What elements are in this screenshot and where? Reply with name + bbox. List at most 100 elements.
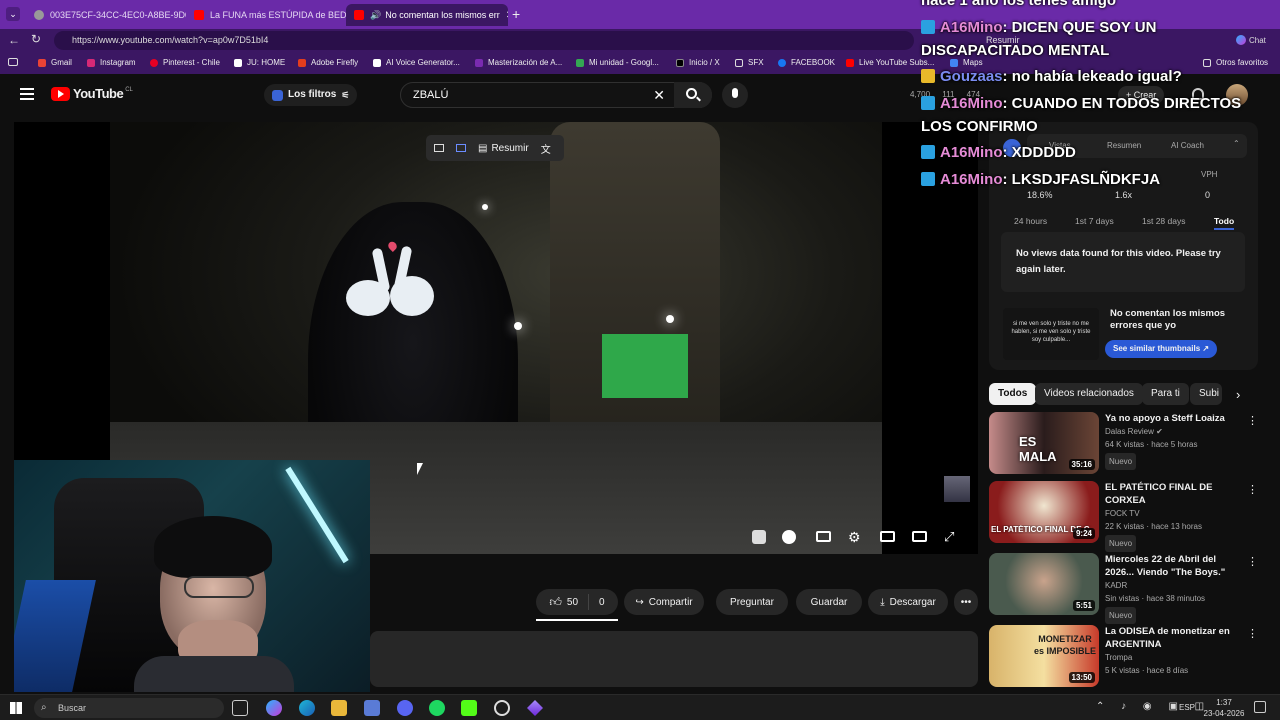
app-icon[interactable] [527,700,543,716]
fullscreen-icon[interactable]: ⤢ [944,529,954,545]
bookmark-ai-voice[interactable]: AI Voice Generator... [373,58,460,67]
bookmark-gmail[interactable]: Gmail [38,58,72,67]
filters-button[interactable]: Los filtros ⚟ [264,84,358,106]
range-all[interactable]: Todo [1214,216,1235,230]
region-code: CL [125,86,133,93]
url-text: https://www.youtube.com/watch?v=ap0w7D51… [72,35,269,45]
chip-subidos[interactable]: Subi [1190,383,1222,405]
cast-icon[interactable] [912,531,927,542]
chip-para-ti[interactable]: Para ti [1142,383,1189,405]
taskbar-search[interactable]: ⌕ Buscar [34,698,224,718]
tab-3-active[interactable]: 🔊 No comentan los mismos err ✕ [346,4,508,26]
more-options-icon[interactable]: ⋮ [1247,483,1258,496]
bookmark-x[interactable]: Inicio / X [676,58,720,67]
chevron-right-icon[interactable]: › [1236,387,1240,402]
chip-todos[interactable]: Todos [989,383,1037,405]
description-box[interactable] [370,631,978,687]
download-button[interactable]: ⤓ Descargar [868,589,948,615]
range-28d[interactable]: 1st 28 days [1142,216,1185,226]
video-title: Miercoles 22 de Abril del 2026... Viendo… [1105,554,1226,578]
pause-icon[interactable] [782,530,796,544]
discord-icon[interactable] [397,700,413,716]
bookmark-instagram[interactable]: Instagram [87,58,136,67]
more-options-icon[interactable]: ⋮ [1247,414,1258,427]
new-tab-button[interactable]: + [512,6,520,22]
clock-date: 23-04-2026 [1203,709,1245,718]
recommendation-item[interactable]: 5:51 Miercoles 22 de Abril del 2026... V… [989,553,1259,624]
language-indicator[interactable]: ESP [1179,703,1195,712]
calculator-icon[interactable] [364,700,380,716]
edge-icon[interactable] [299,700,315,716]
dislike-count: 0 [599,596,605,608]
range-24h[interactable]: 24 hours [1014,216,1047,226]
range-7d[interactable]: 1st 7 days [1075,216,1114,226]
obs-icon[interactable] [494,700,510,716]
menu-hamburger-icon[interactable] [20,88,34,100]
vidiq-overlay-icon[interactable] [456,144,466,152]
neon-light-strip [285,466,349,564]
swans-sticker [342,239,442,328]
file-explorer-icon[interactable] [331,700,347,716]
masterizacion-icon [475,58,483,67]
thumbnail-text: si me ven solo y triste no me hablen, si… [1011,321,1091,343]
theater-mode-icon[interactable] [880,531,895,542]
like-button[interactable]: 👍︎ 50 [549,595,578,610]
back-icon[interactable]: ← [8,33,20,47]
ask-button[interactable]: Preguntar [716,589,788,615]
translate-icon[interactable]: 文 [541,141,551,156]
url-field[interactable]: https://www.youtube.com/watch?v=ap0w7D51… [54,31,914,50]
resumir-overlay-button[interactable]: Resumir [491,143,528,154]
video-end-thumbnail[interactable] [944,476,970,502]
windows-start-icon[interactable] [10,702,22,714]
chip-videos-relacionados[interactable]: Videos relacionados [1035,383,1143,405]
clock[interactable]: 1:37 23-04-2026 [1200,697,1248,719]
bookmark-pinterest[interactable]: Pinterest - Chile [150,58,220,67]
kick-icon[interactable] [461,700,477,716]
mouse-cursor-icon [417,463,423,475]
thumbs-up-icon: 👍︎ [549,594,562,609]
search-input[interactable]: ZBALÚ ✕ [400,82,712,108]
bookmark-label: Gmail [51,58,72,67]
tab-label: No comentan los mismos err [385,10,500,20]
similar-thumbnails-button[interactable]: See similar thumbnails ↗ [1105,340,1218,358]
scrollbar[interactable] [1270,116,1278,690]
share-button[interactable]: ↪ Compartir [624,589,704,615]
tab-label: 003E75CF-34CC-4EC0-A8BE-9D0... [50,10,186,20]
recommendation-item[interactable]: ES MALA 35:16 Ya no apoyo a Steff Loaiza… [989,412,1259,476]
bookmark-masterizacion[interactable]: Masterización de A... [475,58,562,67]
bookmark-facebook[interactable]: FACEBOOK [778,58,835,67]
recommendation-item[interactable]: MONETIZAR es IMPOSIBLE 13:50 La ODISEA d… [989,625,1259,689]
search-button[interactable] [674,82,712,108]
notification-icon[interactable] [1254,701,1266,713]
more-options-icon[interactable]: ⋮ [1247,555,1258,568]
bookmark-google-drive[interactable]: Mi unidad - Googl... [576,58,659,67]
reload-icon[interactable]: ↻ [31,32,41,46]
tab-1[interactable]: 003E75CF-34CC-4EC0-A8BE-9D0... ✕ [26,4,186,26]
recommendation-item[interactable]: EL PATÉTICO FINAL DE C 9:24 EL PATÉTICO … [989,481,1259,552]
tab-list-button[interactable]: ⌄ [6,7,20,21]
bookmark-adobe-firefly[interactable]: Adobe Firefly [298,58,358,67]
bookmark-ju-home[interactable]: JU: HOME [234,58,285,67]
dislike-button[interactable]: 0 [599,597,605,608]
tab-2[interactable]: La FUNA más ESTÚPIDA de BEDRO ✕ [186,4,346,26]
channel-name: FOCK TV [1105,509,1140,518]
pip-icon[interactable] [434,144,444,152]
spotify-icon[interactable] [429,700,445,716]
youtube-logo[interactable]: YouTube CL [51,86,133,101]
new-badge: Nuevo [1105,607,1137,624]
more-actions-button[interactable]: ••• [954,589,978,615]
bookmark-sfx[interactable]: SFX [735,58,764,67]
settings-gear-icon[interactable]: ⚙ [848,529,861,546]
chat-badge-icon [921,96,935,110]
subtitles-icon[interactable] [816,531,831,542]
more-options-icon[interactable]: ⋮ [1247,627,1258,640]
save-button[interactable]: Guardar [796,589,862,615]
task-view-icon[interactable] [232,700,248,716]
chat-message: A16Mino: CUANDO EN TODOS DIRECTOS LOS CO… [921,92,1273,138]
copilot-icon[interactable] [266,700,282,716]
close-tab-icon[interactable]: ✕ [500,10,508,21]
vidiq-control-icon[interactable] [752,530,766,544]
bookmarks-menu-icon[interactable] [8,58,18,66]
voice-search-button[interactable] [722,82,748,108]
clear-search-icon[interactable]: ✕ [653,83,665,107]
